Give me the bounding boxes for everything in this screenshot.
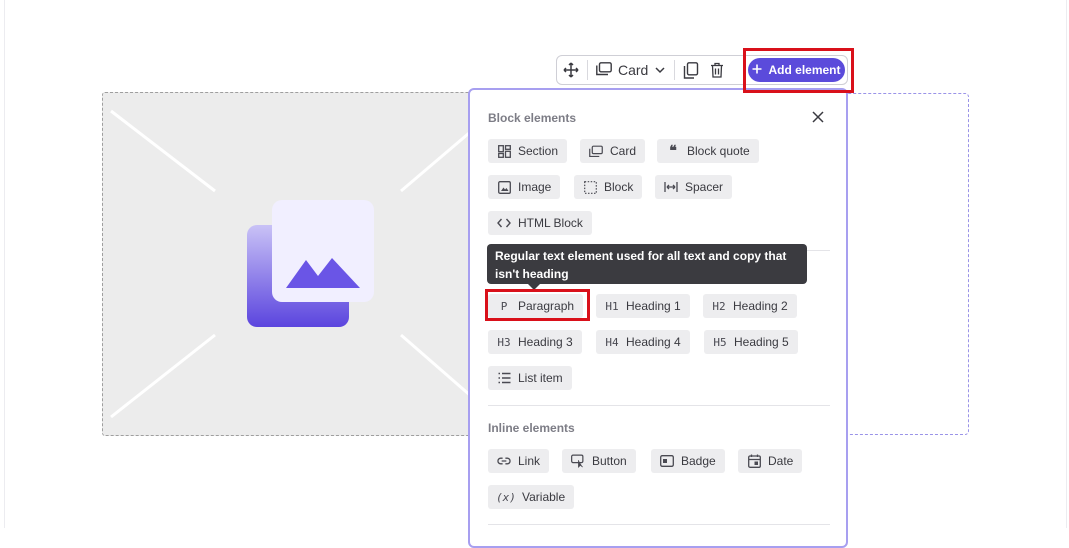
card-icon: [596, 61, 612, 79]
chip-card[interactable]: Card: [580, 139, 646, 163]
chip-label: Spacer: [685, 180, 724, 194]
chip-label: HTML Block: [518, 216, 583, 230]
chip-label: Heading 4: [626, 335, 681, 349]
calendar-icon: [747, 454, 761, 468]
variable-glyph: (x): [496, 490, 516, 504]
chip-label: Variable: [522, 490, 566, 504]
close-icon[interactable]: [808, 107, 828, 127]
add-element-panel: Block elements Section Card ❝ Block quot…: [468, 88, 848, 548]
link-icon: [497, 454, 511, 468]
paragraph-glyph: P: [500, 299, 508, 313]
chip-label: Card: [610, 144, 637, 158]
chip-image[interactable]: Image: [488, 175, 561, 199]
chip-heading-5[interactable]: H5 Heading 5: [704, 330, 798, 354]
chip-label: Image: [518, 180, 552, 194]
trash-icon[interactable]: [707, 60, 727, 80]
list-icon: [497, 371, 511, 385]
chip-badge[interactable]: Badge: [651, 449, 725, 473]
chip-label: Block quote: [687, 144, 750, 158]
card-type-dropdown[interactable]: Card: [588, 61, 674, 79]
section-divider: [488, 524, 830, 525]
heading-4-glyph: H4: [605, 335, 619, 349]
chip-label: Heading 5: [734, 335, 789, 349]
section-title-inline: Inline elements: [488, 421, 575, 435]
chip-label: Badge: [681, 454, 716, 468]
chip-heading-3[interactable]: H3 Heading 3: [488, 330, 582, 354]
chip-label: Button: [592, 454, 627, 468]
button-icon: [571, 454, 585, 468]
card-icon: [589, 144, 603, 158]
chip-label: List item: [518, 371, 563, 385]
paragraph-tooltip: Regular text element used for all text a…: [487, 244, 807, 284]
toolbar-divider: [674, 60, 676, 80]
section-divider: [488, 405, 830, 406]
badge-icon: [660, 454, 674, 468]
chip-label: Paragraph: [518, 299, 575, 313]
chip-label: Heading 2: [733, 299, 788, 313]
chip-spacer[interactable]: Spacer: [655, 175, 733, 199]
image-placeholder[interactable]: [102, 92, 502, 436]
chip-block-quote[interactable]: ❝ Block quote: [657, 139, 759, 163]
chip-html-block[interactable]: HTML Block: [488, 211, 592, 235]
chip-list-item[interactable]: List item: [488, 366, 572, 390]
spacer-icon: [664, 180, 678, 194]
heading-1-glyph: H1: [605, 299, 619, 313]
section-icon: [497, 144, 511, 158]
chip-heading-1[interactable]: H1 Heading 1: [596, 294, 690, 318]
chip-heading-4[interactable]: H4 Heading 4: [596, 330, 690, 354]
chip-label: Heading 3: [518, 335, 573, 349]
chip-paragraph[interactable]: P Paragraph: [488, 294, 584, 318]
chip-label: Link: [518, 454, 541, 468]
card-type-label: Card: [618, 62, 649, 78]
code-icon: [497, 216, 511, 230]
chevron-down-icon: [654, 62, 666, 78]
section-title-block: Block elements: [488, 111, 577, 125]
tooltip-arrow: [528, 284, 540, 290]
block-icon: [583, 180, 597, 194]
chip-variable[interactable]: (x) Variable: [488, 485, 575, 509]
chip-label: Heading 1: [626, 299, 681, 313]
image-icon: [497, 180, 511, 194]
quote-icon: ❝: [669, 143, 677, 159]
chip-label: Block: [604, 180, 634, 194]
heading-3-glyph: H3: [497, 335, 511, 349]
chip-button[interactable]: Button: [562, 449, 636, 473]
chip-block[interactable]: Block: [574, 175, 643, 199]
add-element-button[interactable]: Add element: [748, 58, 845, 82]
duplicate-icon[interactable]: [681, 60, 701, 80]
plus-icon: [752, 63, 762, 77]
chip-label: Date: [768, 454, 794, 468]
chip-heading-2[interactable]: H2 Heading 2: [703, 294, 797, 318]
move-icon[interactable]: [561, 60, 581, 80]
chip-section[interactable]: Section: [488, 139, 568, 163]
image-icon: [247, 200, 374, 327]
add-element-label: Add element: [768, 63, 841, 77]
heading-2-glyph: H2: [712, 299, 726, 313]
chip-label: Section: [518, 144, 559, 158]
chip-link[interactable]: Link: [488, 449, 550, 473]
chip-date[interactable]: Date: [738, 449, 803, 473]
heading-5-glyph: H5: [713, 335, 727, 349]
